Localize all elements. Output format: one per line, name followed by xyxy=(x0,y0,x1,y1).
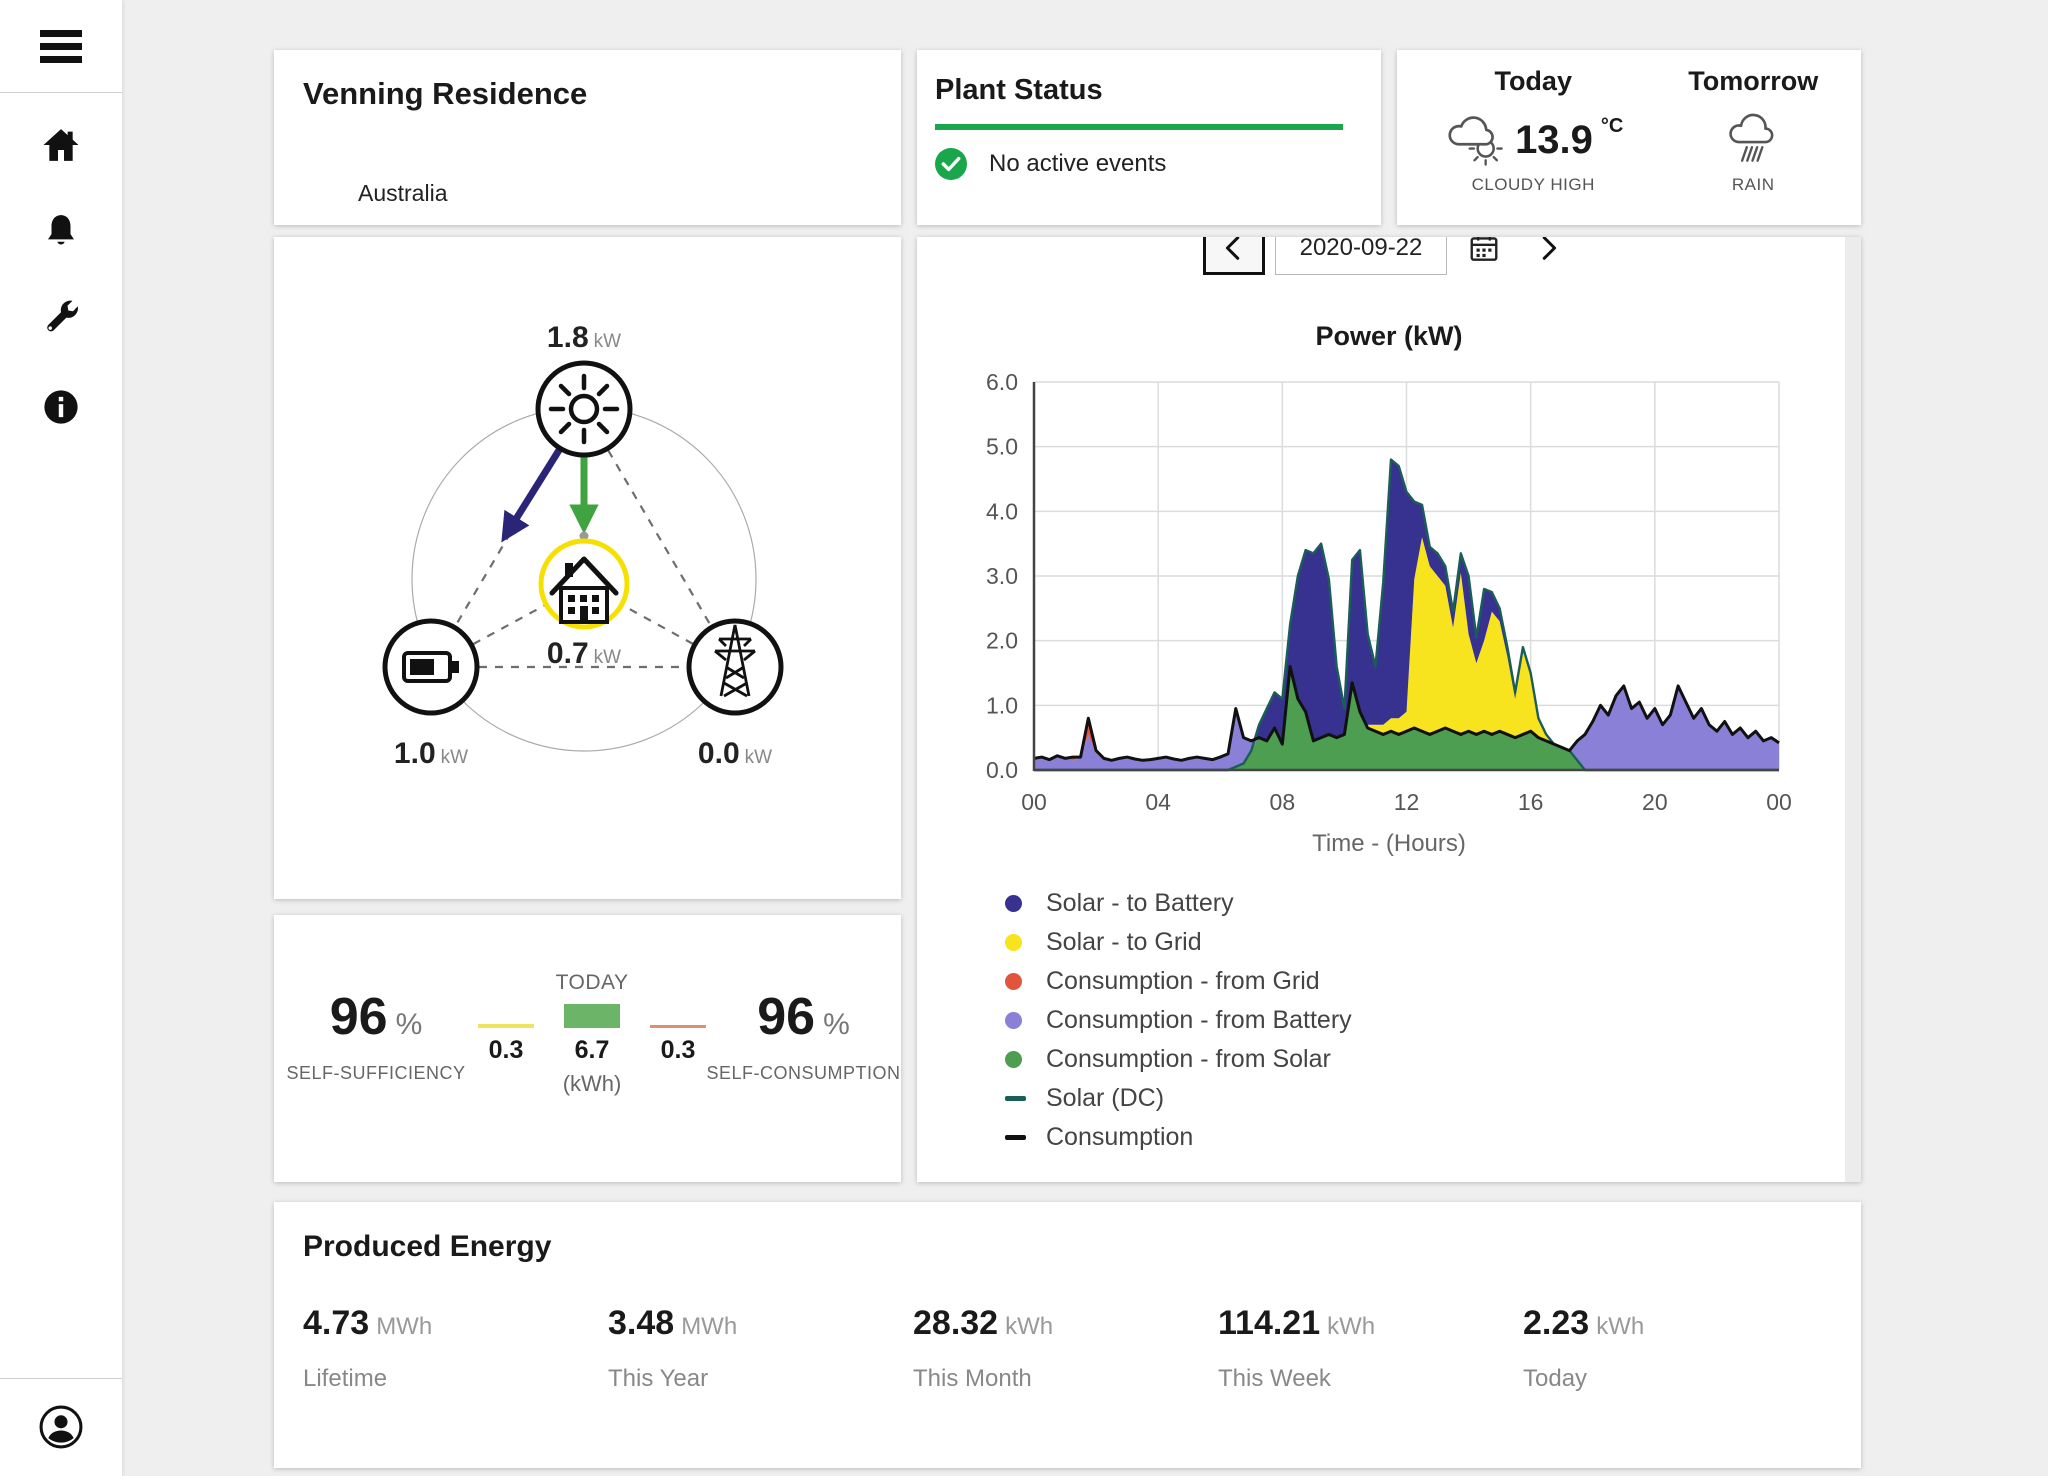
import-bar xyxy=(650,1025,707,1028)
produced-energy-card: Produced Energy 4.73 MWh Lifetime 3.48 MWh… xyxy=(274,1202,1861,1468)
tomorrow-forecast: RAIN xyxy=(1731,175,1775,194)
stat-this-month: 28.32 kWh This Month xyxy=(913,1304,1054,1392)
svg-text:04: 04 xyxy=(1145,789,1171,815)
plant-status-message: No active events xyxy=(989,150,1167,177)
self-consumption-label: SELF-CONSUMPTION xyxy=(706,1063,901,1083)
date-navigation: 2020-09-22 xyxy=(917,237,1861,275)
export-bar xyxy=(478,1024,535,1028)
produced-energy-title: Produced Energy xyxy=(303,1230,552,1263)
svg-text:20: 20 xyxy=(1642,789,1668,815)
temperature-unit: °C xyxy=(1600,115,1624,137)
sidebar-item-tools[interactable] xyxy=(0,288,122,346)
battery-node-icon xyxy=(382,618,480,716)
sidebar-divider xyxy=(0,92,122,93)
sidebar-item-notifications[interactable] xyxy=(0,202,122,260)
weather-card: Today 13.9 °C CLOUDY HIGH Tomorrow RAIN xyxy=(1397,50,1861,225)
import-value: 0.3 xyxy=(660,1036,696,1064)
plant-status-title: Plant Status xyxy=(935,74,1103,106)
plant-status-card: Plant Status No active events xyxy=(917,50,1381,225)
sidebar-item-info[interactable] xyxy=(0,378,122,436)
status-accent-bar xyxy=(935,124,1343,130)
svg-text:1.0: 1.0 xyxy=(986,692,1018,718)
weather-tomorrow-label: Tomorrow xyxy=(1688,66,1819,96)
stat-lifetime: 4.73 MWh Lifetime xyxy=(303,1304,433,1392)
chart-x-axis-label: Time - (Hours) xyxy=(1312,830,1466,857)
legend-item[interactable]: Consumption xyxy=(1005,1118,1861,1157)
power-chart[interactable]: 0.0 1.0 2.0 3.0 4.0 5.0 6.0 00 04 08 12 16 20 00 xyxy=(939,366,1839,828)
house-power-label: 0.7 kW xyxy=(546,637,622,670)
svg-text:6.0: 6.0 xyxy=(986,369,1018,395)
legend-item[interactable]: Consumption - from Grid xyxy=(1005,962,1861,1001)
stat-this-week: 114.21 kWh This Week xyxy=(1218,1304,1376,1392)
self-use-value: 6.7 xyxy=(574,1036,610,1064)
chart-title: Power (kW) xyxy=(1315,321,1463,351)
self-sufficiency-label: SELF-SUFFICIENCY xyxy=(286,1063,466,1083)
flow-arrow-solar-to-battery xyxy=(501,445,564,543)
self-consumption-value: 96 xyxy=(757,988,816,1046)
legend-item[interactable]: Solar (DC) xyxy=(1005,1079,1861,1118)
stat-this-year: 3.48 MWh This Year xyxy=(608,1304,738,1392)
grid-power-label: 0.0 kW xyxy=(697,737,773,770)
svg-text:4.0: 4.0 xyxy=(986,498,1018,524)
self-sufficiency-value: 96 xyxy=(329,988,388,1046)
stat-today: 2.23 kWh Today xyxy=(1523,1304,1645,1392)
sidebar-divider-bottom xyxy=(0,1378,122,1379)
weather-today-label: Today xyxy=(1494,66,1572,96)
svg-text:00: 00 xyxy=(1766,789,1792,815)
svg-text:16: 16 xyxy=(1518,789,1544,815)
sidebar-item-home[interactable] xyxy=(0,116,122,174)
site-location: Australia xyxy=(358,180,448,206)
solar-node-icon xyxy=(535,360,633,458)
svg-text:00: 00 xyxy=(1021,789,1047,815)
svg-text:3.0: 3.0 xyxy=(986,563,1018,589)
today-label: TODAY xyxy=(555,971,629,994)
today-temperature: 13.9 xyxy=(1515,118,1593,162)
energy-flow-card: 1.8 kW 0.7 kW 1.0 kW 0.0 kW xyxy=(274,237,901,899)
previous-day-button[interactable] xyxy=(1203,237,1265,275)
legend-item[interactable]: Solar - to Grid xyxy=(1005,923,1861,962)
date-input[interactable]: 2020-09-22 xyxy=(1275,237,1447,275)
svg-text:08: 08 xyxy=(1270,789,1296,815)
site-card: Venning Residence Australia xyxy=(274,50,901,225)
svg-text:0.0: 0.0 xyxy=(986,757,1018,783)
battery-power-label: 1.0 kW xyxy=(393,737,469,770)
grid-node-icon xyxy=(686,618,784,716)
solar-power-label: 1.8 kW xyxy=(546,321,622,354)
chart-legend: Solar - to Battery Solar - to Grid Consu… xyxy=(1005,884,1861,1157)
svg-text:2.0: 2.0 xyxy=(986,628,1018,654)
svg-text:5.0: 5.0 xyxy=(986,434,1018,460)
rain-cloud-icon xyxy=(1723,111,1783,176)
legend-item[interactable]: Consumption - from Battery xyxy=(1005,1001,1861,1040)
energy-balance-card: 96% SELF-SUFFICIENCY TODAY 0.3 6.7 0.3 (… xyxy=(274,915,901,1182)
today-forecast: CLOUDY HIGH xyxy=(1471,175,1595,194)
chart-scrollbar[interactable] xyxy=(1845,237,1861,1182)
cloud-sun-icon xyxy=(1443,111,1507,174)
today-energy-mini-chart: 0.3 6.7 0.3 xyxy=(478,1003,707,1065)
svg-text:12: 12 xyxy=(1394,789,1420,815)
account-icon[interactable] xyxy=(0,1398,122,1456)
sidebar xyxy=(0,0,122,1476)
house-node-icon xyxy=(538,538,630,630)
legend-item[interactable]: Solar - to Battery xyxy=(1005,884,1861,923)
check-circle-icon xyxy=(935,148,967,180)
hamburger-menu-icon[interactable] xyxy=(0,18,122,76)
self-use-bar xyxy=(564,1004,621,1028)
power-chart-card: 2020-09-22 Power (kW) 0.0 1.0 2.0 3.0 4.0 5.0… xyxy=(917,237,1861,1182)
calendar-icon[interactable] xyxy=(1457,237,1511,275)
legend-item[interactable]: Consumption - from Solar xyxy=(1005,1040,1861,1079)
mini-chart-unit: (kWh) xyxy=(562,1071,622,1096)
export-value: 0.3 xyxy=(488,1036,524,1064)
next-day-button[interactable] xyxy=(1521,237,1575,275)
site-name: Venning Residence xyxy=(303,76,588,111)
